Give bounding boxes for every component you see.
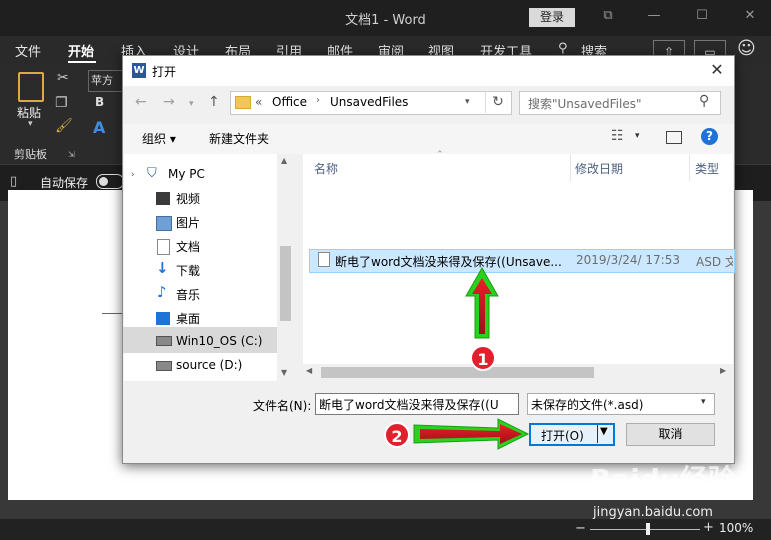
up-arrow-annotation — [465, 266, 499, 339]
baidu-watermark: Baidu经验 — [590, 463, 736, 496]
step-2-badge: 2 — [384, 422, 410, 448]
watermark-url: jingyan.baidu.com — [593, 505, 713, 520]
step-1-badge: 1 — [470, 345, 496, 371]
right-arrow-annotation — [413, 418, 530, 450]
